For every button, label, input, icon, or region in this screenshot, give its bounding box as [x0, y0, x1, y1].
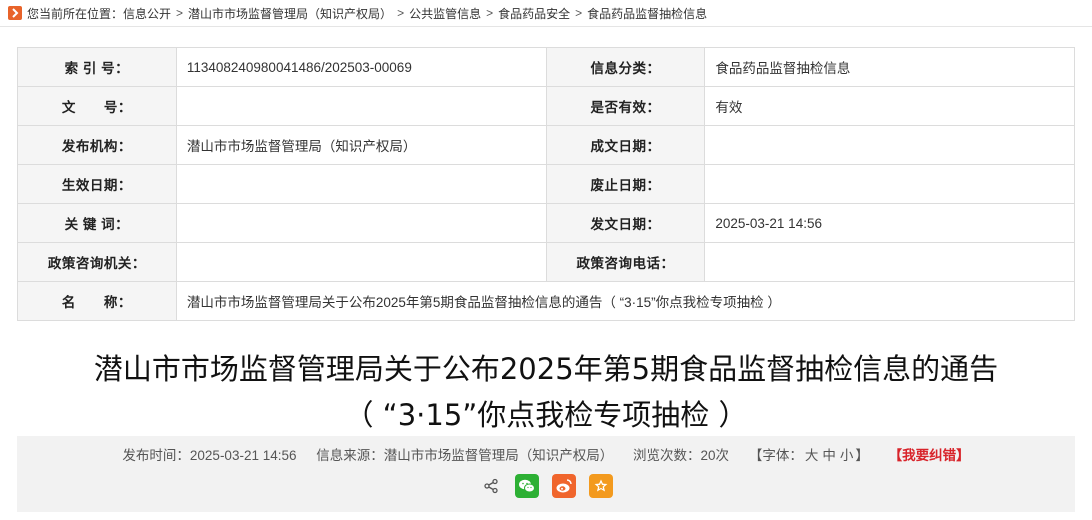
location-icon: [8, 6, 22, 20]
view-count: 浏览次数：20次: [633, 448, 730, 463]
font-size-suffix: 】: [855, 448, 869, 463]
table-row: 文 号： 是否有效： 有效: [17, 86, 1075, 126]
publisher-value: 潜山市市场监督管理局（知识产权局）: [175, 125, 547, 165]
name-label: 名 称：: [17, 281, 177, 321]
category-label: 信息分类：: [545, 47, 706, 87]
breadcrumb-item-inspection-info[interactable]: 食品药品监督抽检信息: [587, 5, 707, 22]
breadcrumb-separator: >: [486, 6, 494, 20]
breadcrumb-separator: >: [176, 6, 184, 20]
info-source: 信息来源：潜山市市场监督管理局（知识产权局）: [316, 448, 614, 463]
table-row: 生效日期： 废止日期：: [17, 164, 1075, 204]
font-small-button[interactable]: 小: [840, 448, 854, 463]
consult-tel-value: [704, 242, 1075, 282]
share-icon[interactable]: [480, 474, 502, 498]
breadcrumb-item-public-supervision[interactable]: 公共监管信息: [409, 5, 481, 22]
article-meta-line: 发布时间：2025-03-21 14:56 信息来源：潜山市市场监督管理局（知识…: [17, 444, 1075, 464]
wechat-icon[interactable]: [514, 474, 539, 498]
keywords-label: 关 键 词：: [17, 203, 177, 243]
weibo-icon[interactable]: [551, 474, 576, 498]
font-size-prefix: 【字体：: [748, 448, 803, 463]
font-large-button[interactable]: 大: [805, 448, 819, 463]
article-title: 潜山市市场监督管理局关于公布2025年第5期食品监督抽检信息的通告: [93, 352, 999, 386]
breadcrumb-item-info-public[interactable]: 信息公开: [123, 5, 171, 22]
table-row: 政策咨询机关： 政策咨询电话：: [17, 242, 1075, 282]
table-row: 关 键 词： 发文日期： 2025-03-21 14:56: [17, 203, 1075, 243]
effective-date-value: [175, 164, 547, 204]
docno-label: 文 号：: [17, 86, 177, 126]
consult-org-value: [175, 242, 547, 282]
publish-date-label: 发文日期：: [545, 203, 706, 243]
repeal-date-label: 废止日期：: [545, 164, 706, 204]
effective-date-label: 生效日期：: [17, 164, 177, 204]
article-subtitle: （ “3·15”你点我检专项抽检 ）: [344, 398, 748, 432]
breadcrumb-prefix: 您当前所在位置：: [27, 6, 124, 21]
keywords-value: [175, 203, 547, 243]
publish-date-value: 2025-03-21 14:56: [704, 203, 1075, 243]
index-value: 11340824098004148​6/202503-00069: [175, 47, 547, 87]
publish-time: 发布时间：2025-03-21 14:56: [122, 448, 297, 463]
favorite-icon[interactable]: [588, 474, 613, 498]
breadcrumb-item-food-drug-safety[interactable]: 食品药品安全: [498, 5, 570, 22]
created-date-label: 成文日期：: [545, 125, 706, 165]
breadcrumb-separator: >: [575, 6, 583, 20]
table-row: 名 称： 潜山市市场监督管理局关于公布2025年第5期食品监督抽检信息的通告（ …: [17, 281, 1076, 321]
consult-tel-label: 政策咨询电话：: [545, 242, 706, 282]
docno-value: [175, 86, 547, 126]
article-info-bar: 发布时间：2025-03-21 14:56 信息来源：潜山市市场监督管理局（知识…: [17, 436, 1075, 512]
table-row: 索 引 号： 11340824098004148​6/202503-00069 …: [17, 47, 1075, 87]
report-error-button[interactable]: 【我要纠错】: [889, 448, 970, 463]
breadcrumb: 您当前所在位置： 信息公开 > 潜山市市场监督管理局（知识产权局） > 公共监管…: [8, 4, 707, 22]
valid-label: 是否有效：: [545, 86, 706, 126]
table-row: 发布机构： 潜山市市场监督管理局（知识产权局） 成文日期：: [17, 125, 1075, 165]
created-date-value: [704, 125, 1075, 165]
index-label: 索 引 号：: [17, 47, 177, 87]
category-value: 食品药品监督抽检信息: [704, 47, 1075, 87]
publisher-label: 发布机构：: [17, 125, 177, 165]
valid-value: 有效: [704, 86, 1075, 126]
font-medium-button[interactable]: 中: [822, 448, 836, 463]
metadata-table: 索 引 号： 11340824098004148​6/202503-00069 …: [17, 47, 1076, 321]
consult-org-label: 政策咨询机关：: [17, 242, 177, 282]
repeal-date-value: [704, 164, 1075, 204]
breadcrumb-separator: >: [397, 6, 405, 20]
breadcrumb-divider: [0, 26, 1092, 27]
name-value: 潜山市市场监督管理局关于公布2025年第5期食品监督抽检信息的通告（ “3·15…: [175, 281, 1076, 321]
breadcrumb-item-bureau[interactable]: 潜山市市场监督管理局（知识产权局）: [188, 5, 392, 22]
share-bar: [17, 474, 1075, 498]
font-size-control: 【字体：大中小】: [749, 448, 869, 463]
